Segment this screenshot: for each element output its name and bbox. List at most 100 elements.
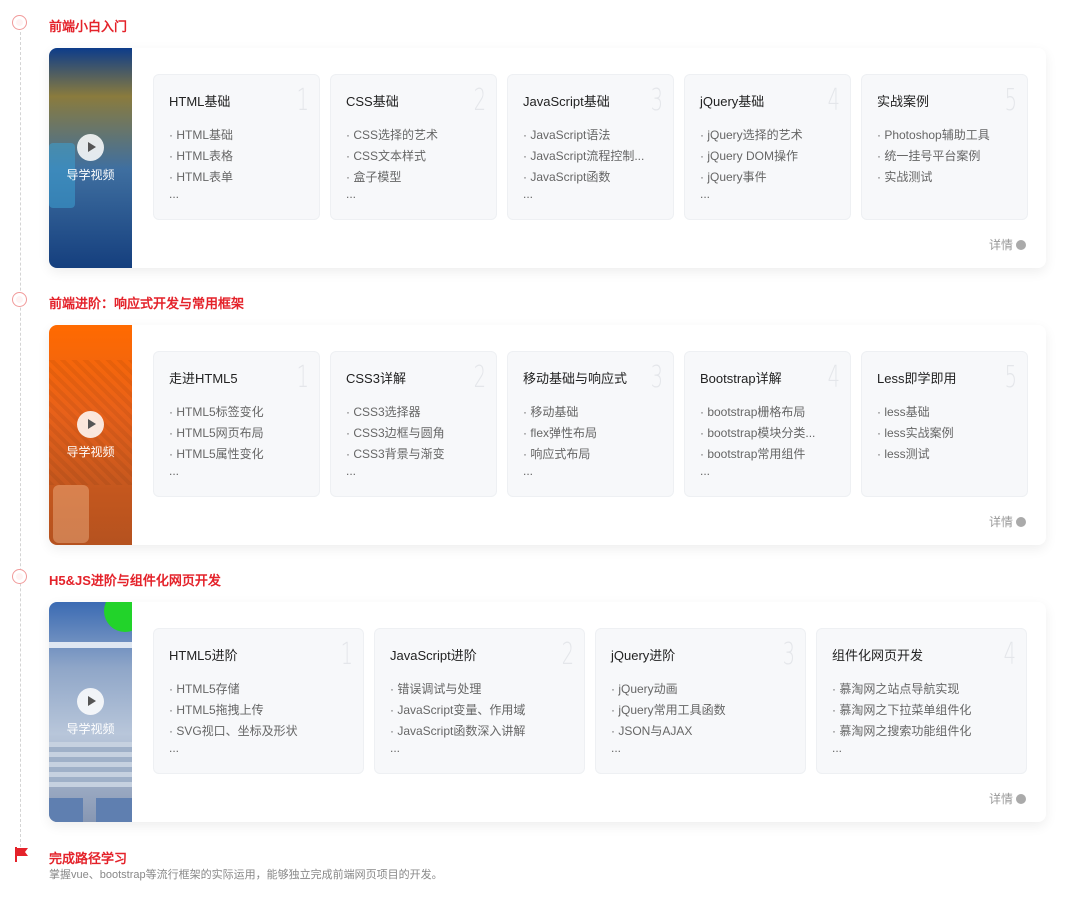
course-topic: · 盒子模型	[346, 170, 402, 184]
course-topic: · CSS选择的艺术	[346, 128, 439, 142]
course-card[interactable]: 2 CSS3详解 · CSS3选择器 · CSS3边框与圆角 · CSS3背景与…	[330, 351, 497, 497]
course-title: jQuery基础	[700, 94, 765, 109]
course-card[interactable]: 5 Less即学即用 · less基础 · less实战案例 · less测试	[861, 351, 1028, 497]
course-card[interactable]: 2 JavaScript进阶 · 错误调试与处理 · JavaScript变量、…	[374, 628, 585, 774]
intro-video-thumbnail[interactable]: 导学视频	[49, 325, 132, 545]
course-number: 2	[473, 360, 486, 395]
video-label: 导学视频	[66, 445, 115, 459]
course-topic: · jQuery动画	[611, 682, 678, 696]
course-card[interactable]: 1 走进HTML5 · HTML5标签变化 · HTML5网页布局 · HTML…	[153, 351, 320, 497]
course-title: Bootstrap详解	[700, 371, 782, 386]
course-more: ...	[346, 187, 357, 201]
course-topic: · JavaScript语法	[523, 128, 611, 142]
course-card[interactable]: 3 移动基础与响应式 · 移动基础 · flex弹性布局 · 响应式布局 ...	[507, 351, 674, 497]
intro-video-thumbnail[interactable]: 导学视频	[49, 602, 132, 822]
course-more: ...	[169, 187, 180, 201]
course-topic: · HTML5存储	[169, 682, 240, 696]
course-topic: · bootstrap栅格布局	[700, 405, 806, 419]
course-topic: · bootstrap常用组件	[700, 447, 806, 461]
course-number: 3	[650, 360, 663, 395]
course-number: 3	[782, 637, 795, 672]
course-topic: · less实战案例	[877, 426, 954, 440]
play-icon[interactable]	[77, 134, 104, 161]
course-card[interactable]: 1 HTML5进阶 · HTML5存储 · HTML5拖拽上传 · SVG视口、…	[153, 628, 364, 774]
details-label: 详情	[988, 515, 1013, 529]
stage-panel: 导学视频 1 HTML5进阶 · HTML5存储 · HTML5拖拽上传 · S…	[49, 602, 1046, 822]
intro-video-thumbnail[interactable]: 导学视频	[49, 48, 132, 268]
course-topic: · 实战测试	[877, 170, 933, 184]
details-label: 详情	[988, 238, 1013, 252]
course-card[interactable]: 3 JavaScript基础 · JavaScript语法 · JavaScri…	[507, 74, 674, 220]
course-topic: · HTML5拖拽上传	[169, 703, 264, 717]
course-more: ...	[700, 187, 711, 201]
details-link[interactable]: 详情	[989, 513, 1026, 530]
course-topic: · HTML表单	[169, 170, 233, 184]
course-topic: · JavaScript函数	[523, 170, 611, 184]
course-title: JavaScript基础	[523, 94, 610, 109]
course-more: ...	[346, 464, 357, 478]
details-link[interactable]: 详情	[989, 236, 1026, 253]
course-number: 2	[561, 637, 574, 672]
course-number: 1	[340, 637, 353, 672]
course-title: jQuery进阶	[611, 648, 676, 663]
stage-panel: 导学视频 1 走进HTML5 · HTML5标签变化 · HTML5网页布局 ·…	[49, 325, 1046, 545]
course-topic-list: · jQuery选择的艺术 · jQuery DOM操作 · jQuery事件	[700, 125, 840, 188]
course-number: 4	[1003, 637, 1016, 672]
course-topic: · flex弹性布局	[523, 426, 598, 440]
stage-title: H5&JS进阶与组件化网页开发	[49, 573, 221, 588]
course-more: ...	[611, 741, 622, 755]
course-topic: · less基础	[877, 405, 930, 419]
course-title: HTML5进阶	[169, 648, 238, 663]
stage-title: 前端进阶：响应式开发与常用框架	[49, 296, 245, 311]
thumbnail-decoration	[104, 602, 132, 632]
thumbnail-decoration	[49, 742, 132, 787]
course-number: 1	[296, 360, 309, 395]
course-card[interactable]: 4 Bootstrap详解 · bootstrap栅格布局 · bootstra…	[684, 351, 851, 497]
course-number: 5	[1004, 360, 1017, 395]
course-topic: · SVG视口、坐标及形状	[169, 724, 298, 738]
course-topic: · 移动基础	[523, 405, 579, 419]
details-link[interactable]: 详情	[989, 790, 1026, 807]
course-card[interactable]: 2 CSS基础 · CSS选择的艺术 · CSS文本样式 · 盒子模型 ...	[330, 74, 497, 220]
course-topic-list: · CSS选择的艺术 · CSS文本样式 · 盒子模型	[346, 125, 486, 188]
course-more: ...	[390, 741, 401, 755]
course-title: 走进HTML5	[169, 371, 238, 386]
course-card[interactable]: 1 HTML基础 · HTML基础 · HTML表格 · HTML表单 ...	[153, 74, 320, 220]
course-number: 1	[296, 83, 309, 118]
course-topic-list: · HTML5存储 · HTML5拖拽上传 · SVG视口、坐标及形状	[169, 679, 353, 742]
play-icon[interactable]	[77, 688, 104, 715]
course-more: ...	[523, 464, 534, 478]
course-topic: · 错误调试与处理	[390, 682, 482, 696]
course-topic: · 响应式布局	[523, 447, 591, 461]
course-topic: · HTML5属性变化	[169, 447, 264, 461]
stage-panel: 导学视频 1 HTML基础 · HTML基础 · HTML表格 · HTML表单…	[49, 48, 1046, 268]
course-topic: · JavaScript函数深入讲解	[390, 724, 526, 738]
course-topic-list: · 慕淘网之站点导航实现 · 慕淘网之下拉菜单组件化 · 慕淘网之搜索功能组件化	[832, 679, 1016, 742]
course-more: ...	[523, 187, 534, 201]
course-title: 移动基础与响应式	[523, 371, 628, 386]
course-topic: · JavaScript流程控制...	[523, 149, 645, 163]
course-topic: · HTML5标签变化	[169, 405, 264, 419]
course-topic: · 慕淘网之搜索功能组件化	[832, 724, 972, 738]
thumbnail-decoration	[96, 798, 132, 822]
video-label: 导学视频	[66, 168, 115, 182]
course-topic: · HTML5网页布局	[169, 426, 264, 440]
course-card[interactable]: 4 组件化网页开发 · 慕淘网之站点导航实现 · 慕淘网之下拉菜单组件化 · 慕…	[816, 628, 1027, 774]
course-topic: · CSS文本样式	[346, 149, 427, 163]
stage-marker	[12, 569, 27, 584]
course-topic: · CSS3背景与渐变	[346, 447, 445, 461]
course-topic: · CSS3边框与圆角	[346, 426, 445, 440]
course-title: HTML基础	[169, 94, 231, 109]
course-topic-list: · jQuery动画 · jQuery常用工具函数 · JSON与AJAX	[611, 679, 795, 742]
course-topic: · HTML表格	[169, 149, 233, 163]
course-card[interactable]: 4 jQuery基础 · jQuery选择的艺术 · jQuery DOM操作 …	[684, 74, 851, 220]
info-icon	[1016, 517, 1026, 527]
play-icon[interactable]	[77, 411, 104, 438]
course-topic-list: · less基础 · less实战案例 · less测试	[877, 402, 1017, 465]
course-title: Less即学即用	[877, 371, 957, 386]
course-card[interactable]: 5 实战案例 · Photoshop辅助工具 · 统一挂号平台案例 · 实战测试	[861, 74, 1028, 220]
course-card[interactable]: 3 jQuery进阶 · jQuery动画 · jQuery常用工具函数 · J…	[595, 628, 806, 774]
course-more: ...	[169, 464, 180, 478]
course-topic: · jQuery DOM操作	[700, 149, 799, 163]
stage-marker	[12, 292, 27, 307]
